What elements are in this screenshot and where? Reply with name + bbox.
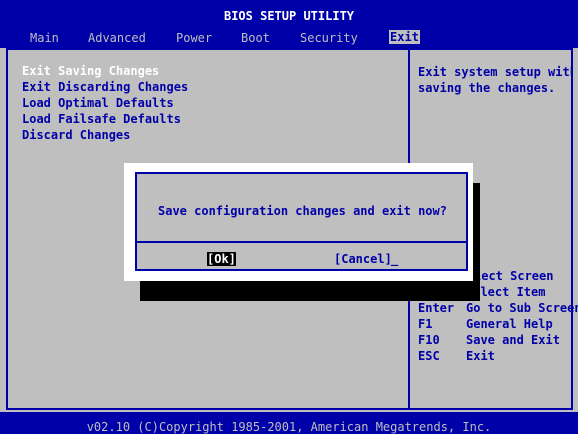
menu-item-load-failsafe-defaults[interactable]: Load Failsafe Defaults: [22, 112, 181, 126]
menu-item-exit-discarding-changes[interactable]: Exit Discarding Changes: [22, 80, 188, 94]
key-f10-desc: Save and Exit: [466, 333, 560, 347]
key-f1-desc: General Help: [466, 317, 553, 331]
key-f10: F10: [418, 333, 440, 347]
dialog-separator: [137, 241, 466, 243]
menu-item-exit-saving-changes[interactable]: Exit Saving Changes: [22, 64, 159, 78]
tab-advanced[interactable]: Advanced: [88, 31, 146, 45]
tab-main[interactable]: Main: [30, 31, 59, 45]
key-enter: Enter: [418, 301, 455, 315]
key-f1: F1: [418, 317, 433, 331]
key-select-screen-desc: lect Screen: [474, 269, 554, 283]
tab-security[interactable]: Security: [300, 31, 358, 45]
help-text: Exit system setup with saving the change…: [418, 65, 573, 95]
menu-item-load-optimal-defaults[interactable]: Load Optimal Defaults: [22, 96, 174, 110]
copyright-text: v02.10 (C)Copyright 1985-2001, American …: [86, 420, 492, 434]
cancel-button[interactable]: [Cancel]: [334, 252, 392, 266]
text-cursor: _: [391, 252, 399, 266]
title-bar: [0, 0, 578, 48]
tab-boot[interactable]: Boot: [241, 31, 270, 45]
tab-exit[interactable]: Exit: [389, 30, 420, 44]
key-esc: ESC: [418, 349, 440, 363]
confirm-dialog-body: [135, 172, 468, 271]
dialog-message: Save configuration changes and exit now?: [158, 204, 447, 218]
key-enter-desc: Go to Sub Screen: [466, 301, 578, 315]
ok-button[interactable]: [Ok]: [207, 252, 236, 266]
page-title: BIOS SETUP UTILITY: [223, 9, 355, 23]
key-esc-desc: Exit: [466, 349, 495, 363]
menu-item-discard-changes[interactable]: Discard Changes: [22, 128, 130, 142]
tab-power[interactable]: Power: [176, 31, 212, 45]
